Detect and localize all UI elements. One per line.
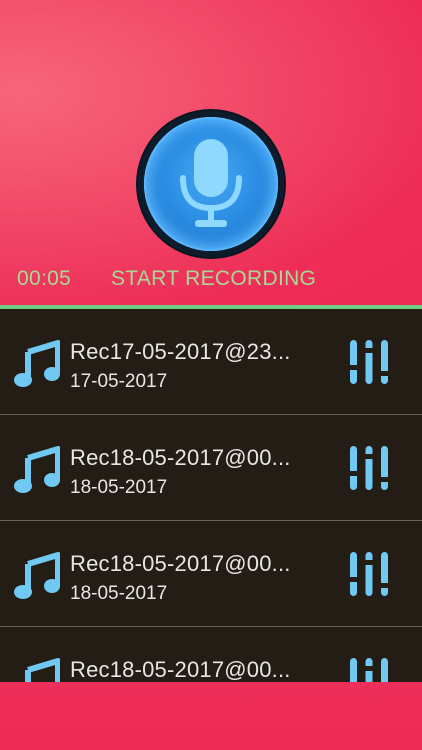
music-note-icon xyxy=(14,446,60,493)
recording-date: 17-05-2017 xyxy=(70,371,168,392)
equalizer-icon[interactable] xyxy=(346,444,392,492)
equalizer-icon[interactable] xyxy=(346,656,392,682)
microphone-icon xyxy=(180,139,242,227)
list-item[interactable]: Rec18-05-2017@00... 18-05-2017 xyxy=(0,521,422,627)
music-note-icon xyxy=(25,658,60,682)
equalizer-icon[interactable] xyxy=(346,338,392,386)
recording-title: Rec17-05-2017@23... xyxy=(70,339,291,364)
list-item[interactable]: Rec17-05-2017@23... 17-05-2017 xyxy=(0,309,422,415)
record-button-face[interactable] xyxy=(144,117,278,251)
recording-timer: 00:05 xyxy=(17,267,72,290)
list-item[interactable]: Rec18-05-2017@00... xyxy=(0,627,422,682)
equalizer-icon[interactable] xyxy=(346,550,392,598)
music-note-icon xyxy=(14,340,60,387)
start-recording-button[interactable]: START RECORDING xyxy=(111,267,316,291)
record-button[interactable] xyxy=(138,111,284,257)
recording-date: 18-05-2017 xyxy=(70,583,168,604)
recording-title: Rec18-05-2017@00... xyxy=(70,551,291,576)
music-note-icon xyxy=(14,552,60,599)
recording-title: Rec18-05-2017@00... xyxy=(70,657,291,682)
recorder-header: 00:05 START RECORDING xyxy=(0,0,422,305)
list-item[interactable]: Rec18-05-2017@00... 18-05-2017 xyxy=(0,415,422,521)
footer-bar xyxy=(0,682,422,750)
recordings-list[interactable]: Rec17-05-2017@23... 17-05-2017 Rec18-05-… xyxy=(0,309,422,682)
recording-title: Rec18-05-2017@00... xyxy=(70,445,291,470)
recording-date: 18-05-2017 xyxy=(70,477,168,498)
